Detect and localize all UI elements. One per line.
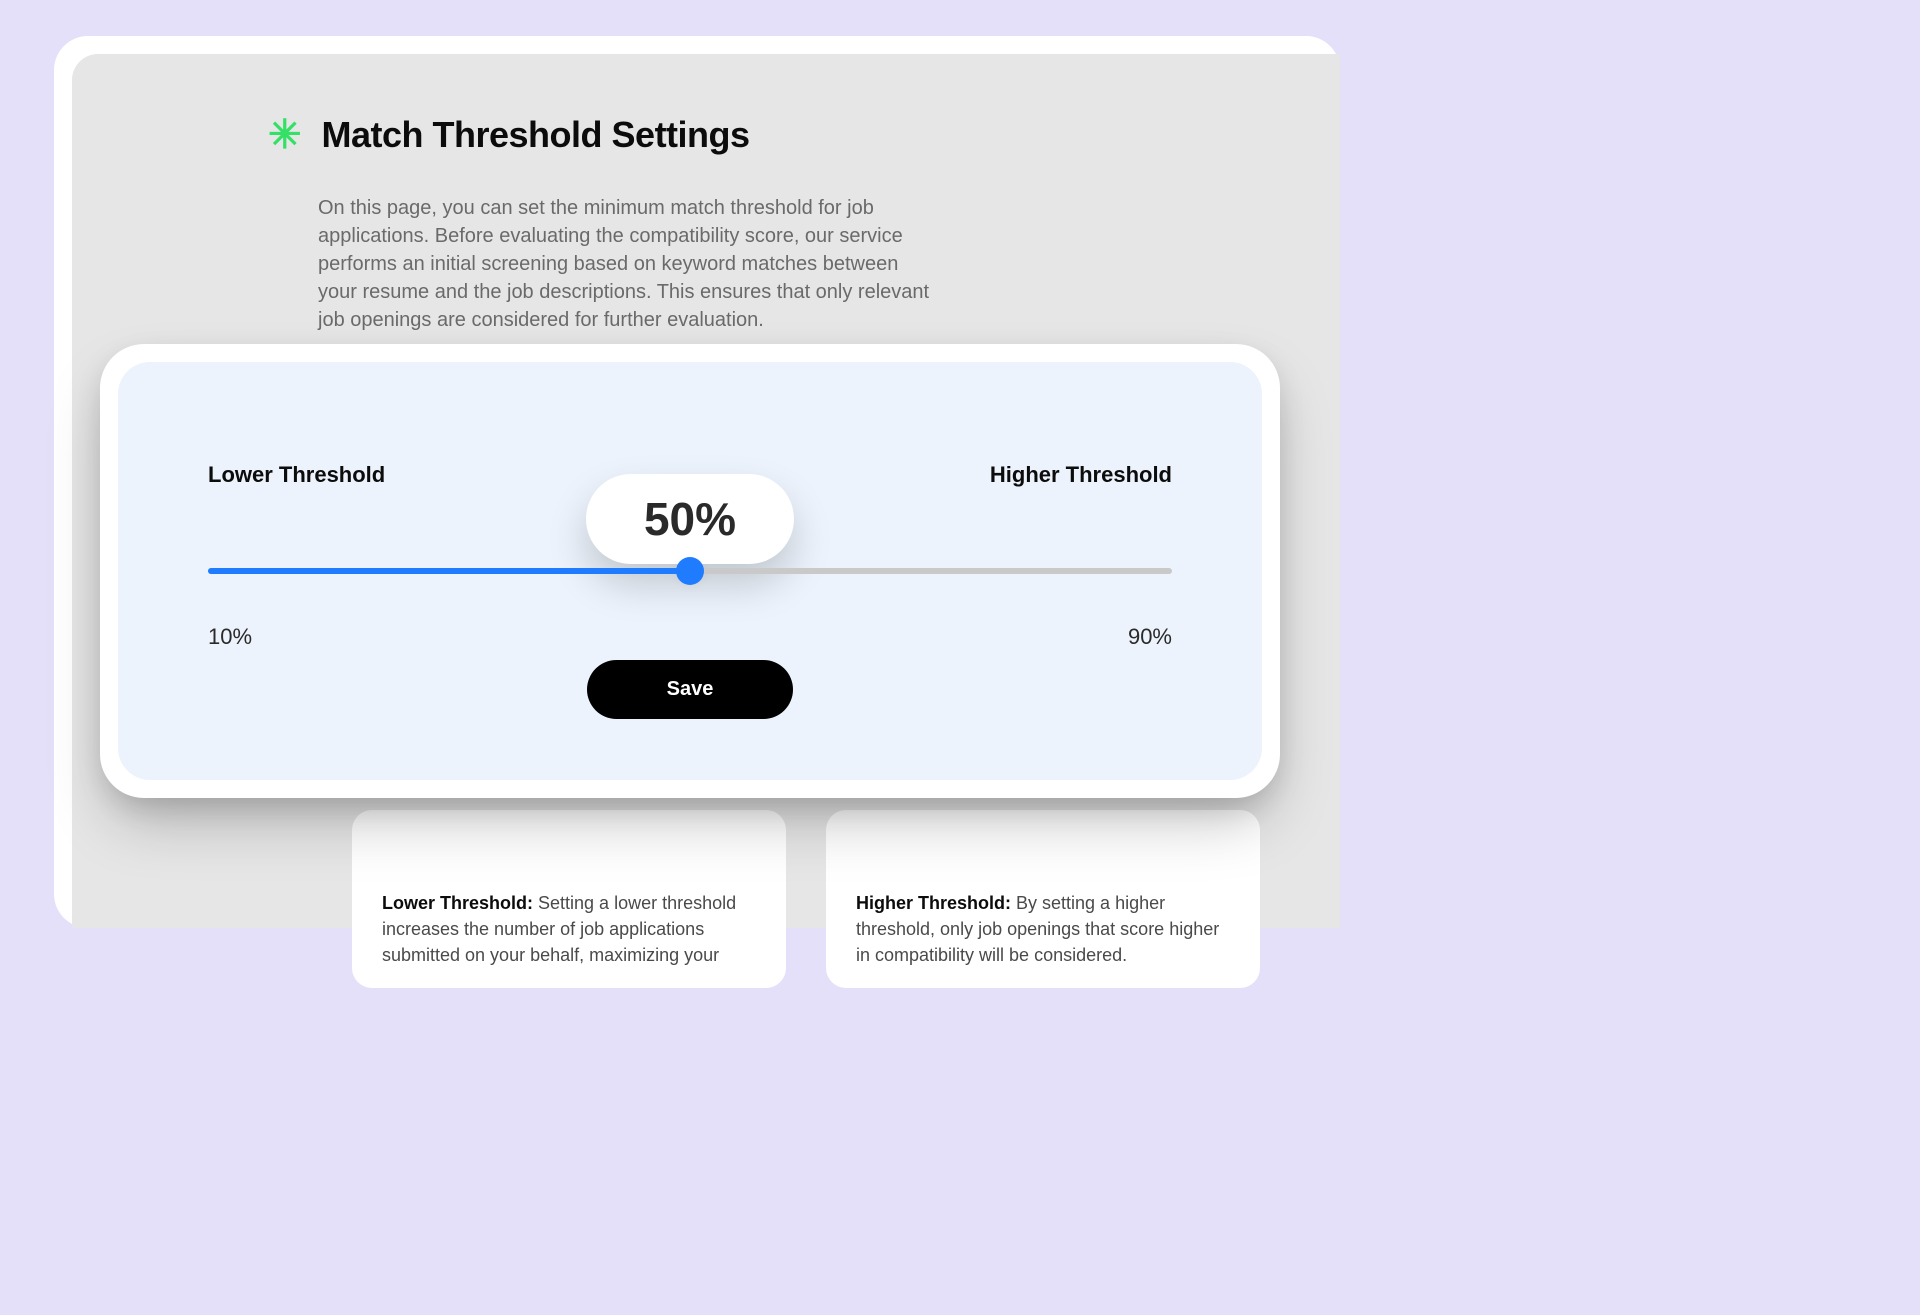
page-description: On this page, you can set the minimum ma… [318, 194, 938, 334]
slider-track-fill [208, 568, 690, 574]
threshold-card-inner: Lower Threshold Higher Threshold 50% 10%… [118, 362, 1262, 780]
slider-handle[interactable] [676, 557, 704, 585]
slider-max-label: 90% [1128, 624, 1172, 650]
slider-min-max: 10% 90% [208, 624, 1172, 650]
threshold-card: Lower Threshold Higher Threshold 50% 10%… [100, 344, 1280, 798]
asterisk-icon: ✳ [268, 115, 302, 155]
header-block: ✳ Match Threshold Settings On this page,… [268, 114, 948, 334]
slider-min-label: 10% [208, 624, 252, 650]
threshold-slider[interactable]: 50% [208, 560, 1172, 620]
higher-threshold-label: Higher Threshold [990, 462, 1172, 488]
info-cards: Lower Threshold: Setting a lower thresho… [352, 810, 1260, 988]
slider-value-bubble: 50% [586, 474, 794, 564]
lower-threshold-label: Lower Threshold [208, 462, 385, 488]
title-row: ✳ Match Threshold Settings [268, 114, 948, 156]
info-card-higher: Higher Threshold: By setting a higher th… [826, 810, 1260, 988]
page-title: Match Threshold Settings [322, 114, 750, 156]
info-card-lower-label: Lower Threshold: [382, 893, 533, 913]
info-card-higher-label: Higher Threshold: [856, 893, 1011, 913]
info-card-lower: Lower Threshold: Setting a lower thresho… [352, 810, 786, 988]
save-button[interactable]: Save [587, 660, 794, 719]
